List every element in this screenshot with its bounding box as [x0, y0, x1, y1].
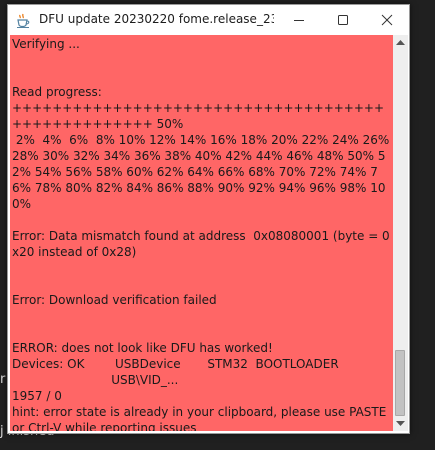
vertical-scrollbar[interactable]	[393, 35, 408, 431]
title-bar[interactable]: DFU update 20230220 fome.release_2312...…	[8, 5, 409, 35]
scroll-up-arrow-icon	[396, 40, 405, 45]
scrollbar-thumb[interactable]	[395, 350, 405, 416]
scroll-down-button[interactable]	[393, 416, 408, 431]
dfu-update-window: DFU update 20230220 fome.release_2312...…	[7, 4, 410, 434]
maximize-button[interactable]	[321, 5, 365, 35]
window-title: DFU update 20230220 fome.release_2312...…	[39, 12, 274, 26]
maximize-icon	[338, 15, 348, 25]
close-button[interactable]	[365, 5, 409, 35]
java-cup-icon	[17, 13, 30, 28]
background-text-line: r	[0, 372, 6, 387]
log-text[interactable]: Verifying ... Read progress: +++++++++++…	[10, 35, 393, 431]
minimize-icon	[294, 20, 304, 21]
minimize-button[interactable]	[277, 5, 321, 35]
log-area[interactable]: Verifying ... Read progress: +++++++++++…	[10, 35, 393, 431]
scrollbar-track[interactable]	[393, 50, 408, 416]
scroll-up-button[interactable]	[393, 35, 408, 50]
close-icon	[381, 14, 393, 26]
scroll-down-arrow-icon	[396, 421, 405, 426]
